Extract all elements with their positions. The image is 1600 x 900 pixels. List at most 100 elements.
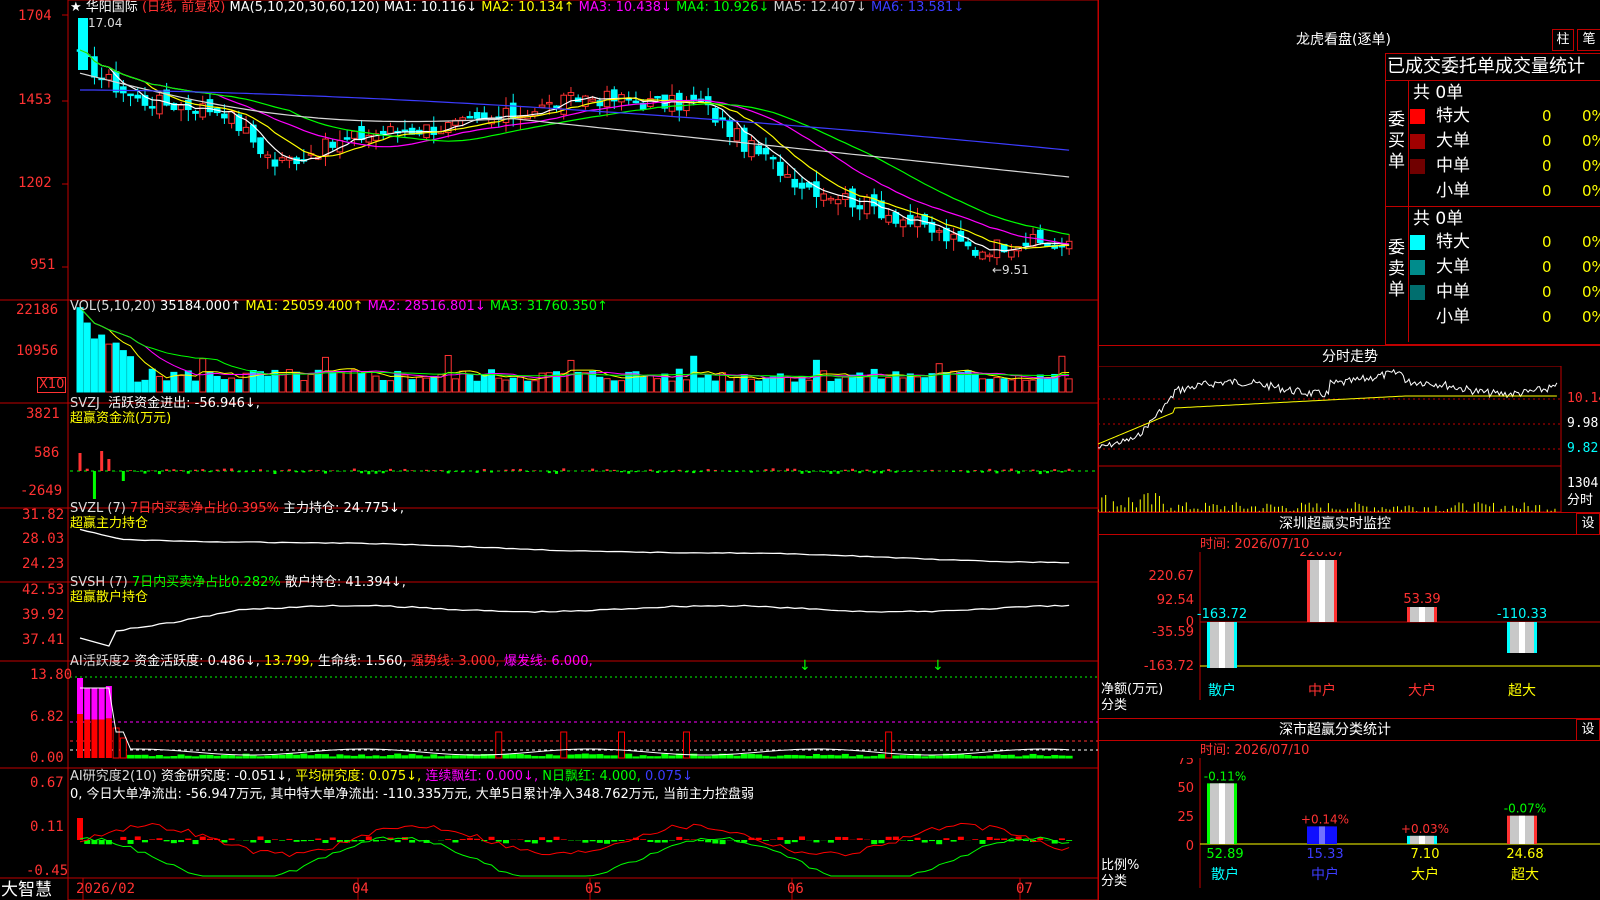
volume-bar — [141, 379, 149, 393]
volume-bar — [935, 363, 943, 393]
svzj-bar — [287, 469, 291, 471]
svzj-bar — [92, 471, 96, 499]
candle-body — [221, 113, 228, 119]
ma4-line — [79, 49, 1070, 236]
sell-color-swatch — [1410, 310, 1425, 325]
ai2-research: 资金研究度: -0.051↓, — [160, 769, 292, 784]
candle-body — [148, 106, 156, 109]
ai1-bar — [192, 756, 200, 759]
volume-bar — [278, 373, 286, 393]
volume-bar — [791, 381, 799, 393]
ai1-bar — [91, 719, 98, 758]
kline-chart-area[interactable]: ↓ ↓ — [0, 0, 1100, 900]
cls-ratio-chart[interactable]: 75 50 25 0 -0.11% 52.89 散户 +0.14% 15.33 中户 +0.03% 7… — [1098, 758, 1600, 900]
bar-mode-button[interactable]: 柱 — [1552, 29, 1574, 51]
ai2-bar — [827, 840, 834, 843]
cls-ytick: 75 — [1177, 758, 1194, 768]
ai1-bar — [747, 753, 755, 759]
buy-count: 0 — [1542, 157, 1552, 175]
tick-mode-button[interactable]: 笔 — [1577, 29, 1600, 51]
cls-bar-shine — [1519, 815, 1525, 844]
svzj-bar — [728, 471, 732, 472]
buy-percent: 0% — [1582, 132, 1600, 150]
svzj-bar — [208, 471, 212, 473]
svzj-bar — [136, 471, 140, 472]
svzj-bar — [973, 470, 977, 471]
star-icon[interactable]: ★ — [70, 0, 82, 15]
cls-title: 深市超赢分类统计 — [1279, 722, 1391, 738]
sz-category-label: 大户 — [1408, 682, 1436, 699]
volume-bar — [1022, 379, 1030, 393]
svzj-bar — [908, 471, 912, 473]
svzj-bar — [381, 471, 385, 474]
ai2-bar — [871, 840, 878, 845]
sz-value-label: 220.67 — [1299, 552, 1345, 560]
ai2-bar — [719, 840, 726, 845]
candle-body — [986, 254, 994, 258]
candle-body — [762, 147, 770, 155]
stock-name[interactable]: 华阳国际 — [86, 0, 138, 15]
ma2-value: MA2: 10.134↑ — [481, 0, 575, 15]
svzj-bar — [692, 471, 696, 474]
volume-bar — [849, 374, 857, 393]
vol-ma2: MA2: 28516.801↓ — [367, 299, 486, 314]
intraday-chart[interactable] — [1098, 366, 1600, 512]
ai2-nday: N日飘红: 4.000, — [542, 769, 641, 784]
svzj-bar — [684, 471, 688, 473]
ai2-bar — [611, 840, 618, 842]
volume-bar — [401, 374, 409, 393]
ai2-bar — [1058, 838, 1065, 840]
ai2-header: AI研究度2(10) 资金研究度: -0.051↓, 平均研究度: 0.075↓… — [70, 770, 693, 784]
sz-net-chart[interactable]: 220.6792.540-35.59-163.72-163.72散户220.67… — [1098, 552, 1600, 718]
ai1-bar — [538, 756, 546, 759]
volume-bar — [242, 372, 250, 393]
ai1-bar — [654, 756, 662, 759]
xaxis-label: 05 — [585, 881, 602, 897]
sz-title-line — [1098, 534, 1600, 535]
ai2-bar — [972, 839, 979, 840]
ai1-bar — [170, 756, 178, 759]
ai2-bar — [98, 840, 105, 845]
ai1-bar — [473, 755, 481, 759]
sell-count: 0 — [1542, 233, 1552, 251]
ma1-line — [79, 49, 1070, 252]
svzj-bar — [749, 471, 753, 473]
cls-settings-button[interactable]: 设 — [1576, 719, 1600, 741]
ma3-value: MA3: 10.438↓ — [578, 0, 672, 15]
ai2-bar — [712, 840, 719, 844]
ai2-bar — [813, 840, 820, 843]
candle-body — [899, 219, 907, 228]
volume-bar — [704, 374, 712, 393]
volume-bar — [502, 379, 510, 393]
volume-bar — [192, 380, 200, 393]
ai1-bar — [1065, 755, 1073, 759]
candle-body — [791, 178, 799, 188]
svzj-bar — [323, 471, 327, 474]
ai2-bar — [271, 839, 278, 840]
ai1-bar — [1051, 754, 1059, 759]
svzj-bar — [952, 471, 956, 473]
volume-bar — [906, 373, 914, 393]
svzj-bar — [482, 468, 486, 471]
svzj-desc2: 超赢资金流(万元) — [70, 411, 172, 426]
ma1-value: MA1: 10.116↓ — [383, 0, 478, 15]
svzj-bar — [591, 468, 595, 471]
ai1-bar — [451, 755, 459, 759]
ai1-bar — [84, 719, 91, 758]
volume-bar — [834, 378, 842, 393]
svzj-bar — [923, 471, 927, 472]
ai2-bar — [654, 840, 661, 843]
candle-body — [459, 117, 466, 121]
ai1-bar — [358, 754, 366, 759]
ai1-bar — [1036, 755, 1044, 759]
vol-value: 35184.000↑ — [160, 299, 242, 314]
sz-bar-shine — [1219, 622, 1225, 668]
ma6-value: MA6: 13.581↓ — [870, 0, 965, 15]
period-label[interactable]: (日线, 前复权) — [142, 0, 225, 15]
sz-settings-button[interactable]: 设 — [1576, 513, 1600, 535]
ai1-bar — [408, 753, 416, 759]
cls-category-label: 散户 — [1211, 866, 1239, 883]
candle-body — [567, 92, 575, 96]
vol-ma1-line — [79, 307, 1070, 380]
sell-percent: 0% — [1582, 283, 1600, 301]
